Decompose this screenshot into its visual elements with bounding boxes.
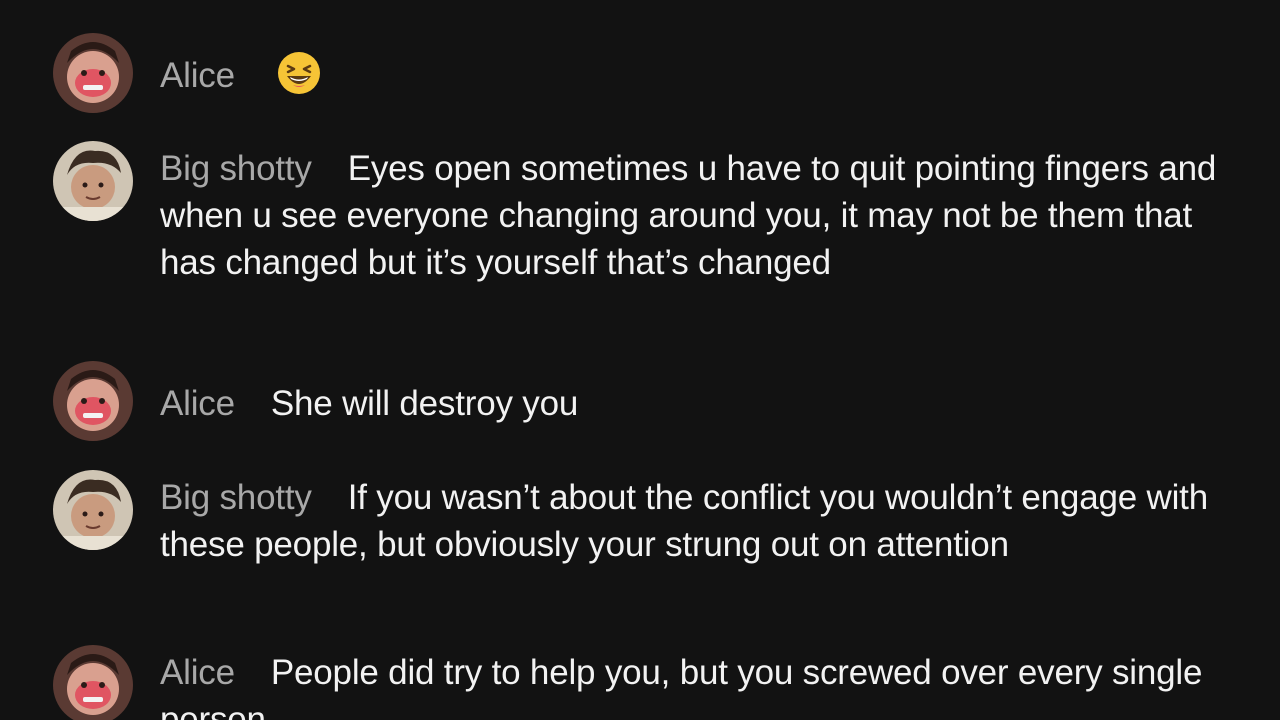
avatar-big-shotty[interactable] <box>53 470 133 550</box>
grinning-squinting-face-emoji <box>277 51 321 95</box>
avatar-alice[interactable] <box>53 361 133 441</box>
comment-author[interactable]: Alice <box>160 653 235 692</box>
comment-text: People did try to help you, but you scre… <box>160 653 1203 720</box>
comment-body: Big shotty Eyes open sometimes u have to … <box>160 145 1220 286</box>
avatar-big-shotty-icon <box>53 470 133 550</box>
comment-text: If you wasn’t about the conflict you wou… <box>160 478 1208 564</box>
comment-body: Big shotty If you wasn’t about the confli… <box>160 474 1220 568</box>
comment-author[interactable]: Big shotty <box>160 149 312 188</box>
comment-author[interactable]: Alice <box>160 56 235 95</box>
comment-author[interactable]: Big shotty <box>160 478 312 517</box>
avatar-alice[interactable] <box>53 33 133 113</box>
comment-text: She will destroy you <box>270 384 579 423</box>
comment-author[interactable]: Alice <box>160 384 235 423</box>
comment-feed: Alice Big shotty Eyes open sometimes u h… <box>0 0 1280 720</box>
avatar-alice-icon <box>53 33 133 113</box>
avatar-alice-icon <box>53 361 133 441</box>
avatar-alice[interactable] <box>53 645 133 720</box>
avatar-big-shotty-icon <box>53 141 133 221</box>
comment-body: Alice People did try to help you, but you… <box>160 649 1220 720</box>
comment-body: Alice She will destroy you <box>160 380 1220 427</box>
comment-body: Alice <box>160 51 1220 99</box>
avatar-alice-icon <box>53 645 133 720</box>
avatar-big-shotty[interactable] <box>53 141 133 221</box>
comment-text: Eyes open sometimes u have to quit point… <box>160 149 1217 282</box>
